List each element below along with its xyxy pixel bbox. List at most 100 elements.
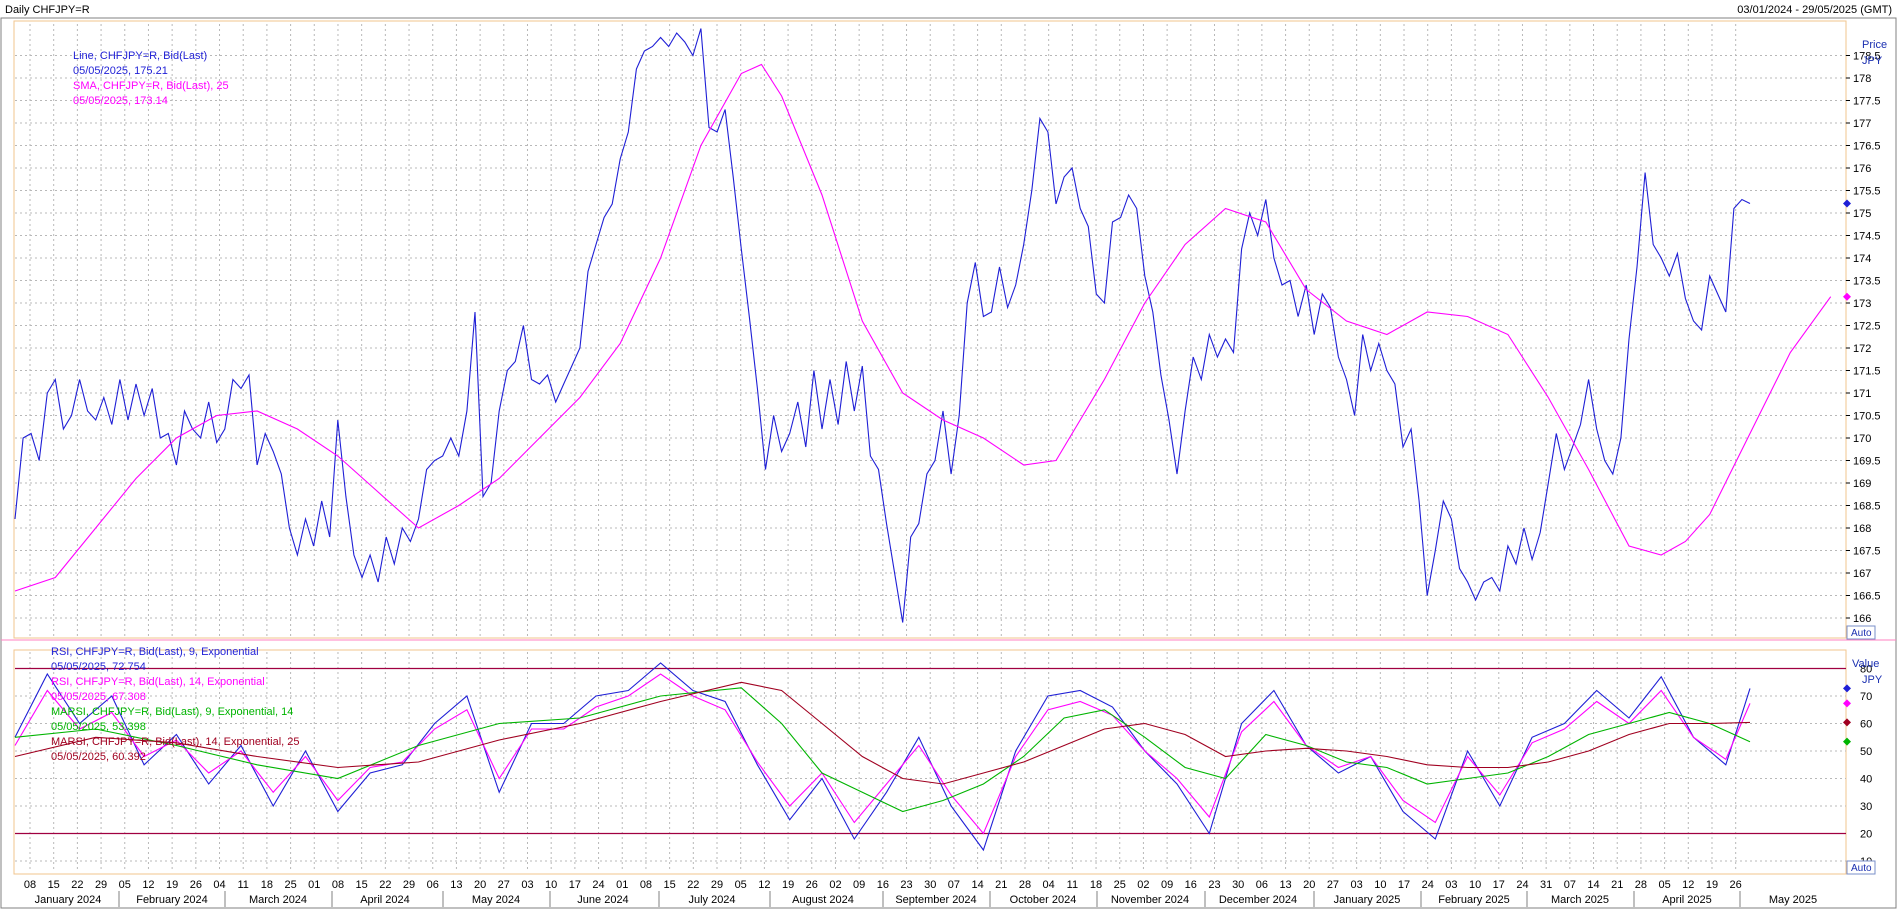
- price-tick-label: 174.5: [1853, 231, 1881, 243]
- outer-frame: [0, 17, 1897, 909]
- x-day-label: 22: [71, 879, 83, 891]
- legend-marsi14-value: 05/05/2025, 60.392: [51, 751, 146, 763]
- rsi-auto-label: Auto: [1851, 863, 1872, 874]
- x-day-label: 20: [474, 879, 486, 891]
- marsi14-series-last-marker: [1843, 718, 1851, 727]
- rsi14-series-last-marker: [1843, 699, 1851, 708]
- x-month-label: June 2024: [577, 894, 628, 906]
- x-day-label: 22: [687, 879, 699, 891]
- x-month-label: March 2024: [249, 894, 307, 906]
- x-day-label: 09: [853, 879, 865, 891]
- price-tick-label: 170: [1853, 433, 1871, 445]
- x-day-label: 01: [616, 879, 628, 891]
- price-tick-label: 168.5: [1853, 501, 1881, 513]
- x-day-label: 21: [995, 879, 1007, 891]
- x-month-label: May 2024: [472, 894, 520, 906]
- x-day-label: 19: [166, 879, 178, 891]
- price-tick-label: 174: [1853, 253, 1871, 265]
- x-day-label: 18: [1090, 879, 1102, 891]
- x-day-label: 03: [1351, 879, 1363, 891]
- price-tick-label: 177: [1853, 118, 1871, 130]
- legend-rsi9-label: RSI, CHFJPY=R, Bid(Last), 9, Exponential: [51, 646, 259, 658]
- price-tick-label: 166.5: [1853, 591, 1881, 603]
- x-day-label: 12: [758, 879, 770, 891]
- price-axis-unit: JPY: [1862, 55, 1883, 67]
- rsi-tick-label: 60: [1860, 719, 1872, 731]
- x-day-label: 19: [782, 879, 794, 891]
- x-day-label: 16: [1185, 879, 1197, 891]
- x-day-label: 02: [829, 879, 841, 891]
- x-month-label: September 2024: [895, 894, 976, 906]
- rsi-tick-label: 40: [1860, 774, 1872, 786]
- price-line-series-last-marker: [1843, 199, 1851, 208]
- rsi-tick-label: 50: [1860, 746, 1872, 758]
- x-day-label: 21: [1611, 879, 1623, 891]
- x-month-label: January 2025: [1334, 894, 1401, 906]
- x-day-label: 29: [711, 879, 723, 891]
- x-day-label: 30: [1232, 879, 1244, 891]
- rsi-tick-label: 20: [1860, 829, 1872, 841]
- price-tick-label: 167.5: [1853, 546, 1881, 558]
- x-day-label: 05: [119, 879, 131, 891]
- x-day-label: 18: [261, 879, 273, 891]
- x-day-label: 05: [735, 879, 747, 891]
- marsi9-series-last-marker: [1843, 737, 1851, 746]
- x-month-label: February 2025: [1438, 894, 1510, 906]
- price-tick-label: 168: [1853, 523, 1871, 535]
- x-day-label: 15: [356, 879, 368, 891]
- price-auto-label: Auto: [1851, 628, 1872, 639]
- price-tick-label: 166: [1853, 613, 1871, 625]
- x-day-label: 16: [877, 879, 889, 891]
- x-day-label: 03: [1445, 879, 1457, 891]
- x-day-label: 07: [948, 879, 960, 891]
- legend-marsi9-label: MARSI, CHFJPY=R, Bid(Last), 9, Exponenti…: [51, 706, 293, 718]
- rsi-axis-title: Value: [1852, 658, 1879, 670]
- x-day-label: 26: [1730, 879, 1742, 891]
- rsi9-series-last-marker: [1843, 684, 1851, 693]
- x-day-label: 05: [1658, 879, 1670, 891]
- price-tick-label: 173.5: [1853, 276, 1881, 288]
- legend-rsi14-value: 05/05/2025, 67.308: [51, 691, 146, 703]
- x-month-label: February 2024: [136, 894, 208, 906]
- rsi-tick-label: 70: [1860, 691, 1872, 703]
- x-day-label: 28: [1635, 879, 1647, 891]
- legend-sma-label: SMA, CHFJPY=R, Bid(Last), 25: [73, 80, 229, 92]
- rsi-tick-label: 30: [1860, 801, 1872, 813]
- x-day-label: 25: [284, 879, 296, 891]
- legend-rsi9-value: 05/05/2025, 72.754: [51, 661, 146, 673]
- price-tick-label: 170.5: [1853, 411, 1881, 423]
- x-month-label: May 2025: [1769, 894, 1817, 906]
- x-day-label: 09: [1161, 879, 1173, 891]
- x-day-label: 22: [379, 879, 391, 891]
- x-month-label: April 2025: [1662, 894, 1712, 906]
- legend-line-value: 05/05/2025, 175.21: [73, 65, 168, 77]
- x-day-label: 04: [1043, 879, 1055, 891]
- x-day-label: 10: [545, 879, 557, 891]
- x-month-label: January 2024: [35, 894, 102, 906]
- x-day-label: 01: [308, 879, 320, 891]
- x-day-label: 17: [1493, 879, 1505, 891]
- x-day-label: 04: [213, 879, 225, 891]
- x-day-label: 11: [1067, 879, 1078, 891]
- x-day-label: 02: [1137, 879, 1149, 891]
- x-day-label: 14: [1587, 879, 1599, 891]
- x-day-label: 24: [1516, 879, 1528, 891]
- x-day-label: 03: [521, 879, 533, 891]
- x-day-label: 10: [1374, 879, 1386, 891]
- price-tick-label: 171: [1853, 388, 1871, 400]
- x-month-label: November 2024: [1111, 894, 1189, 906]
- x-day-label: 17: [569, 879, 581, 891]
- chart-canvas: Daily CHFJPY=R 03/01/2024 - 29/05/2025 (…: [0, 4, 1897, 909]
- x-day-label: 17: [1398, 879, 1410, 891]
- x-day-label: 06: [427, 879, 439, 891]
- x-day-label: 19: [1706, 879, 1718, 891]
- x-day-label: 29: [95, 879, 107, 891]
- x-day-label: 29: [403, 879, 415, 891]
- x-day-label: 27: [498, 879, 510, 891]
- x-day-label: 25: [1114, 879, 1126, 891]
- x-day-label: 31: [1540, 879, 1552, 891]
- x-day-label: 26: [190, 879, 202, 891]
- x-day-label: 10: [1469, 879, 1481, 891]
- x-month-label: October 2024: [1010, 894, 1077, 906]
- x-day-label: 23: [1208, 879, 1220, 891]
